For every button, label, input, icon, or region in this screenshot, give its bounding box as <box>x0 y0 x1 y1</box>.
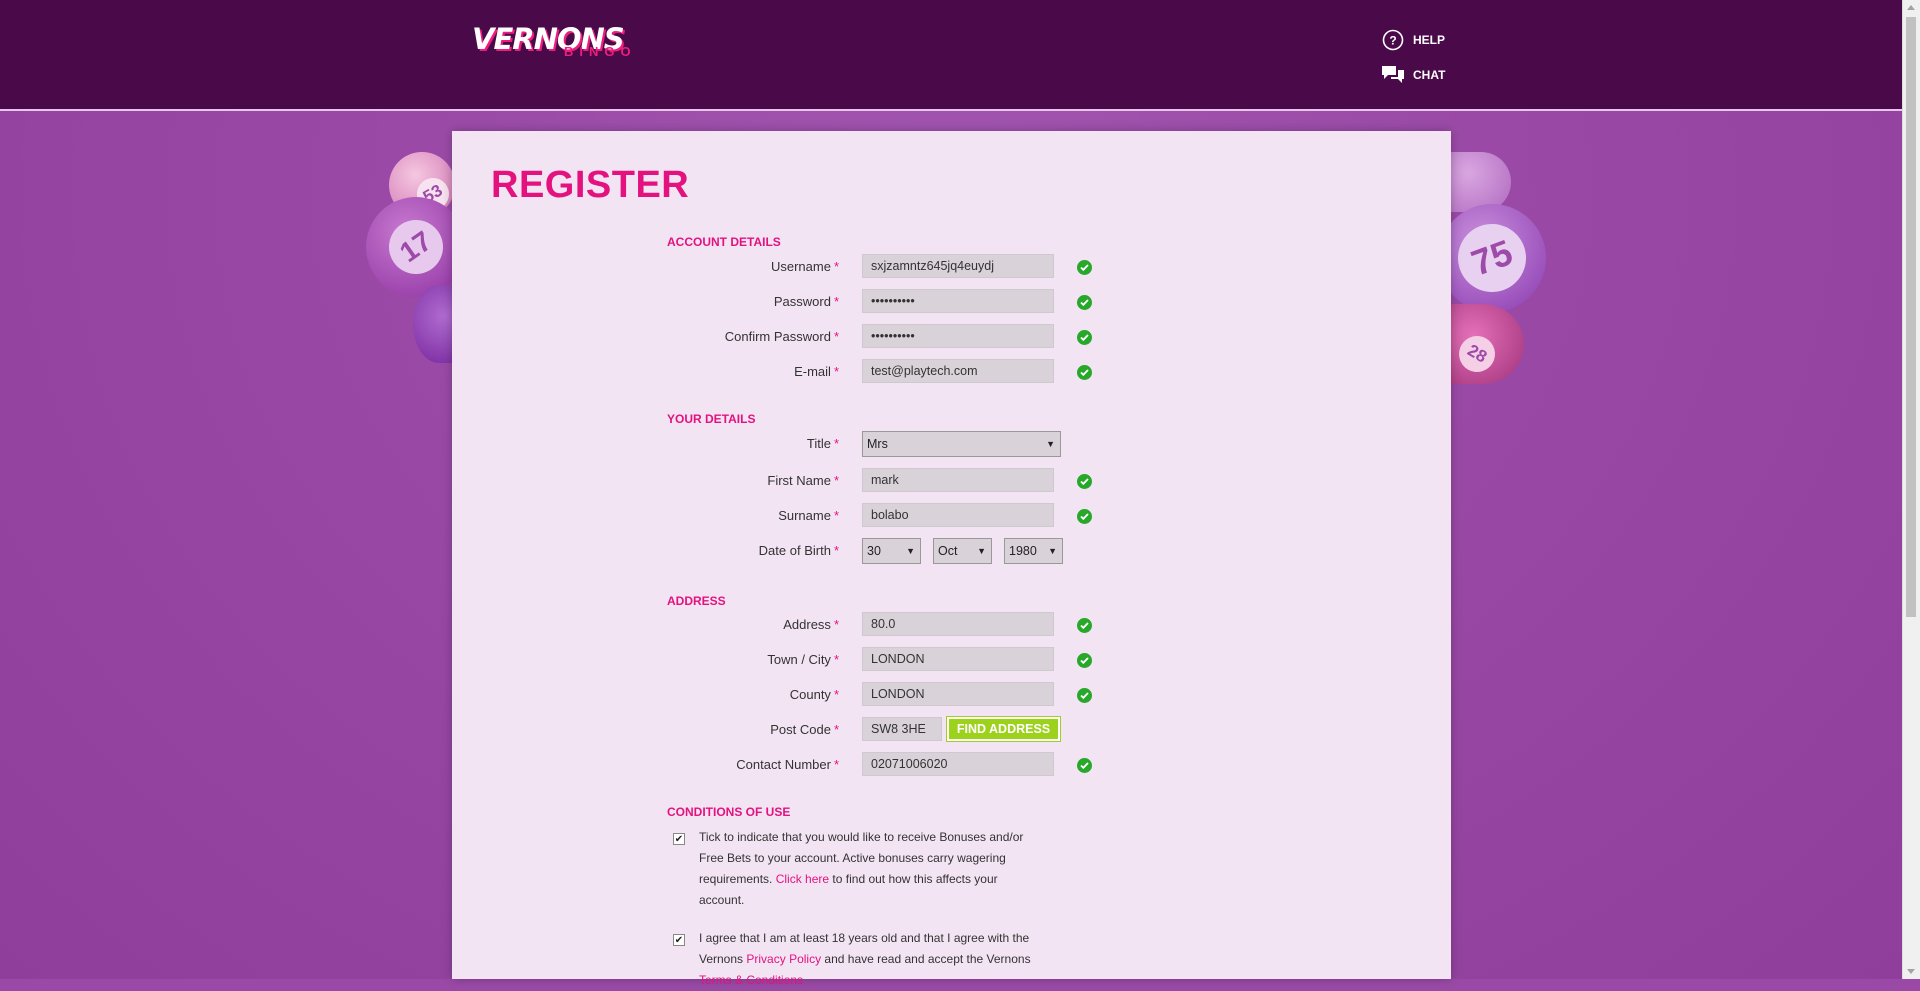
dob-year-select[interactable]: 1980 ▼ <box>1004 538 1063 564</box>
county-label: County * <box>789 687 839 702</box>
dob-month-value: Oct <box>938 544 958 558</box>
valid-check-icon <box>1077 260 1092 275</box>
section-your-details: YOUR DETAILS <box>667 412 756 426</box>
logo-subtitle: BINGO <box>564 44 637 59</box>
dob-row: Date of Birth * 30 ▼ Oct ▼ 1980 ▼ <box>667 538 1127 564</box>
dob-month-select[interactable]: Oct ▼ <box>933 538 992 564</box>
email-row: E-mail * <box>667 359 1127 385</box>
chevron-down-icon: ▼ <box>1048 546 1057 556</box>
bonus-consent: ✔ Tick to indicate that you would like t… <box>666 827 1036 911</box>
register-panel: REGISTER ACCOUNT DETAILS Username* Passw… <box>452 131 1451 987</box>
contact-number-input[interactable] <box>862 752 1054 776</box>
bingo-ball: 75 <box>1438 204 1546 312</box>
postcode-row: Post Code* FIND ADDRESS <box>667 716 1127 743</box>
address-label: Address * <box>783 617 839 632</box>
town-row: Town / City * <box>667 647 1127 673</box>
username-label: Username * <box>770 259 839 274</box>
first-name-row: First Name * <box>667 468 1127 494</box>
age-checkbox[interactable]: ✔ <box>673 934 685 946</box>
bingo-ball-number: 75 <box>1448 214 1536 302</box>
title-label: Title * <box>806 436 839 451</box>
bingo-ball-number: 17 <box>378 209 454 285</box>
title-row: Title * Mrs ▼ <box>667 431 1127 457</box>
bonus-consent-text: Tick to indicate that you would like to … <box>699 830 1024 907</box>
town-input[interactable] <box>862 647 1054 671</box>
age-consent: ✔ I agree that I am at least 18 years ol… <box>666 928 1036 991</box>
section-address: ADDRESS <box>667 594 726 608</box>
bonus-click-here-link[interactable]: Click here <box>776 872 829 886</box>
find-address-button[interactable]: FIND ADDRESS <box>946 716 1061 742</box>
help-label: HELP <box>1413 33 1446 47</box>
chevron-down-icon: ▼ <box>1046 439 1055 449</box>
password-row: Password * <box>667 289 1127 315</box>
chevron-down-icon: ▼ <box>977 546 986 556</box>
bingo-ball: 28 <box>1440 304 1524 384</box>
help-link[interactable]: ? HELP <box>1381 28 1445 52</box>
town-label: Town / City * <box>767 652 839 667</box>
valid-check-icon <box>1077 509 1092 524</box>
surname-label: Surname * <box>778 508 839 523</box>
confirm-password-row: Confirm Password * <box>667 324 1127 350</box>
valid-check-icon <box>1077 618 1092 633</box>
county-row: County * <box>667 682 1127 708</box>
valid-check-icon <box>1077 330 1092 345</box>
dob-year-value: 1980 <box>1009 544 1037 558</box>
county-input[interactable] <box>862 682 1054 706</box>
surname-input[interactable] <box>862 503 1054 527</box>
section-account-details: ACCOUNT DETAILS <box>667 235 781 249</box>
confirm-password-input[interactable] <box>862 324 1054 348</box>
password-label: Password * <box>773 294 839 309</box>
dob-day-value: 30 <box>867 544 881 558</box>
valid-check-icon <box>1077 688 1092 703</box>
first-name-label: First Name * <box>767 473 839 488</box>
scroll-down-arrow-icon[interactable] <box>1907 969 1915 974</box>
terms-conditions-link[interactable]: Terms & Conditions <box>699 973 803 987</box>
address-row: Address * <box>667 612 1127 638</box>
dob-day-select[interactable]: 30 ▼ <box>862 538 921 564</box>
valid-check-icon <box>1077 653 1092 668</box>
chevron-down-icon: ▼ <box>906 546 915 556</box>
first-name-input[interactable] <box>862 468 1054 492</box>
password-input[interactable] <box>862 289 1054 313</box>
section-conditions: CONDITIONS OF USE <box>667 805 791 819</box>
address-input[interactable] <box>862 612 1054 636</box>
email-input[interactable] <box>862 359 1054 383</box>
valid-check-icon <box>1077 295 1092 310</box>
postcode-label: Post Code * <box>770 722 839 737</box>
vernons-bingo-logo[interactable]: VERNONS BINGO <box>472 22 662 66</box>
surname-row: Surname * <box>667 503 1127 529</box>
bingo-ball <box>1451 152 1511 212</box>
contact-number-label: Contact Number * <box>736 757 839 772</box>
email-label: E-mail * <box>794 364 839 379</box>
page-scrollbar[interactable] <box>1902 0 1920 979</box>
postcode-input[interactable] <box>862 717 942 741</box>
bingo-ball-number: 28 <box>1452 329 1502 379</box>
top-header: VERNONS BINGO ? HELP CHAT <box>0 0 1903 111</box>
chat-icon <box>1381 63 1405 87</box>
valid-check-icon <box>1077 474 1092 489</box>
help-icon: ? <box>1381 28 1405 52</box>
chat-link[interactable]: CHAT <box>1381 63 1445 87</box>
page-title: REGISTER <box>491 164 690 206</box>
contact-number-row: Contact Number * <box>667 752 1127 778</box>
title-select-value: Mrs <box>867 437 888 451</box>
username-input[interactable] <box>862 254 1054 278</box>
confirm-password-label: Confirm Password * <box>724 329 839 344</box>
dob-label: Date of Birth * <box>758 543 839 558</box>
svg-text:?: ? <box>1389 34 1396 48</box>
username-row: Username * <box>667 254 1127 280</box>
privacy-policy-link[interactable]: Privacy Policy <box>746 952 821 966</box>
scroll-up-arrow-icon[interactable] <box>1907 5 1915 10</box>
chat-label: CHAT <box>1413 68 1446 82</box>
age-consent-text: I agree that I am at least 18 years old … <box>699 931 1031 987</box>
bingo-ball: 17 <box>366 197 466 297</box>
title-select[interactable]: Mrs ▼ <box>862 431 1061 457</box>
valid-check-icon <box>1077 758 1092 773</box>
scrollbar-thumb[interactable] <box>1906 17 1916 617</box>
valid-check-icon <box>1077 365 1092 380</box>
bonus-checkbox[interactable]: ✔ <box>673 833 685 845</box>
